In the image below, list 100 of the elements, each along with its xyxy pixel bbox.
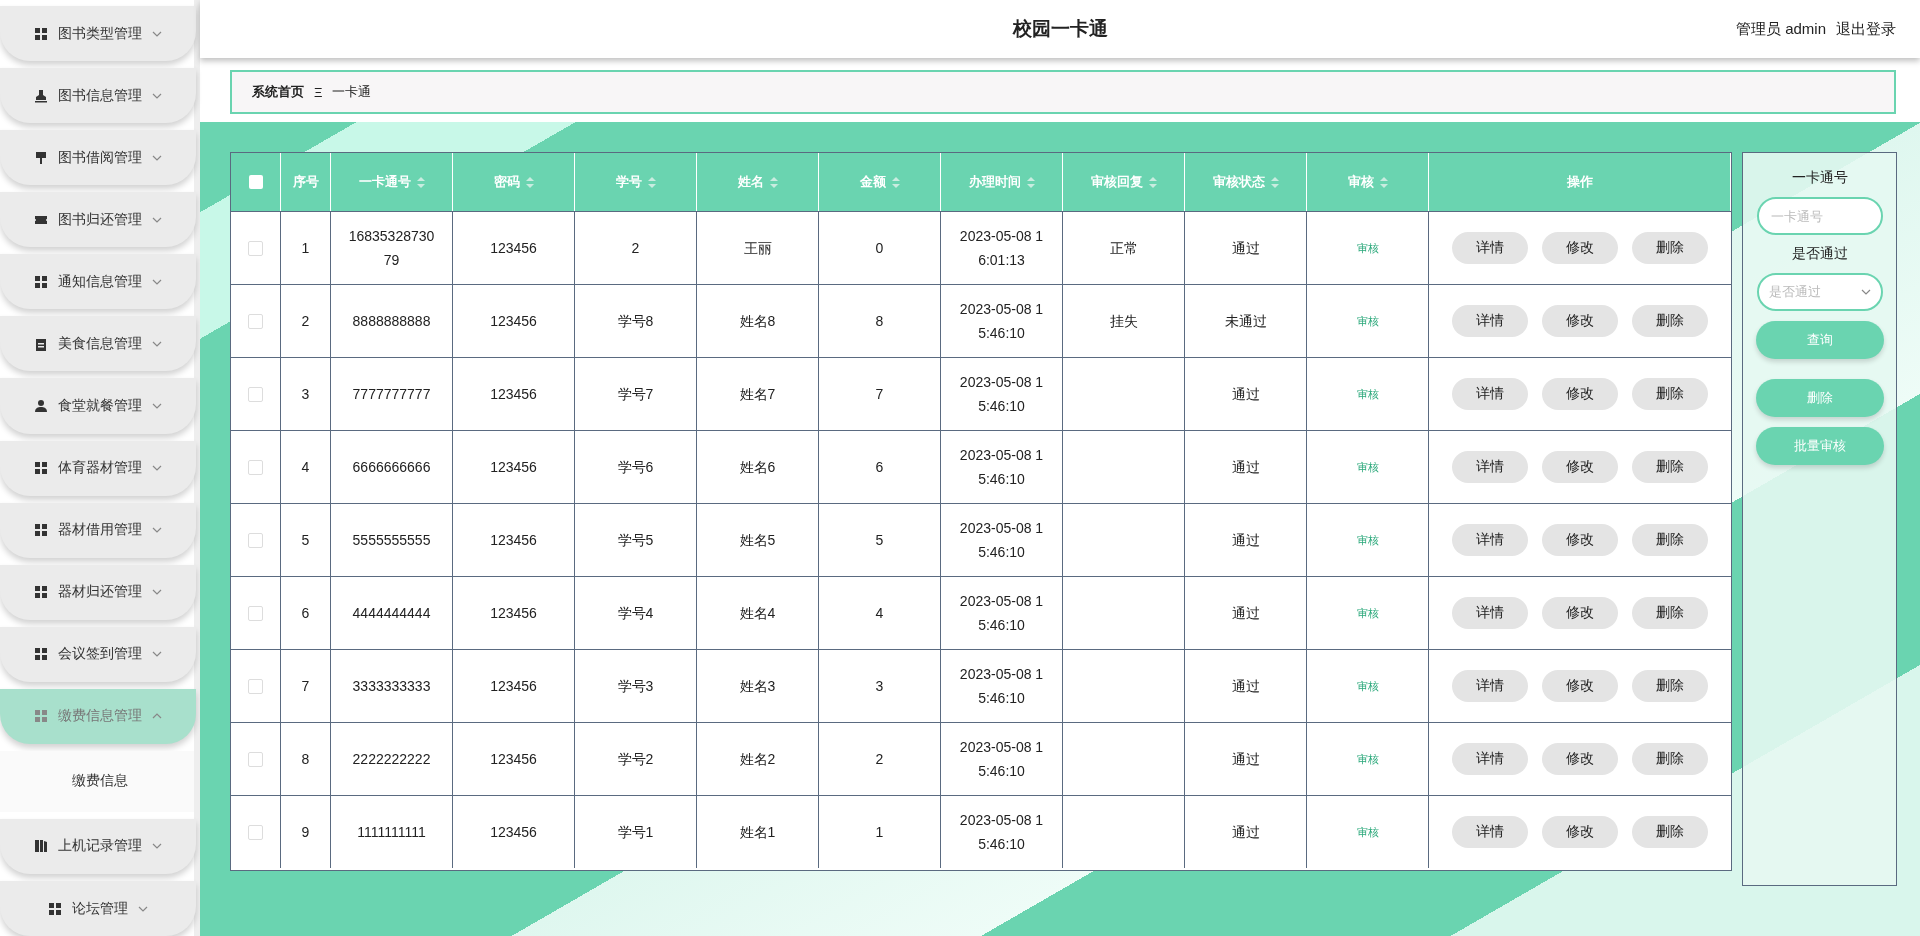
select-all-checkbox[interactable] xyxy=(248,175,263,189)
table-cell: 2 xyxy=(575,211,697,284)
table-cell: 学号7 xyxy=(575,357,697,430)
table-cell: 123456 xyxy=(453,649,575,722)
sort-icon[interactable] xyxy=(416,176,425,188)
action-button[interactable]: 修改 xyxy=(1542,597,1618,629)
table-cell: 8 xyxy=(281,722,331,795)
logout-link[interactable]: 退出登录 xyxy=(1836,20,1896,39)
chevron-down-icon xyxy=(152,92,162,99)
sidebar-item[interactable]: 器材归还管理 xyxy=(0,564,196,620)
table-cell: 姓名8 xyxy=(697,284,819,357)
sort-icon[interactable] xyxy=(1270,176,1279,188)
action-button[interactable]: 删除 xyxy=(1632,524,1708,556)
table-cell: 123456 xyxy=(453,211,575,284)
table-cell: 王丽 xyxy=(697,211,819,284)
sidebar-item[interactable]: 通知信息管理 xyxy=(0,254,196,310)
sort-icon[interactable] xyxy=(1379,176,1388,188)
table-cell: 123456 xyxy=(453,795,575,868)
sort-icon[interactable] xyxy=(1148,176,1157,188)
action-button[interactable]: 删除 xyxy=(1632,451,1708,483)
action-button[interactable]: 删除 xyxy=(1632,597,1708,629)
grid-icon xyxy=(34,26,48,41)
action-button[interactable]: 删除 xyxy=(1632,378,1708,410)
table-cell: 9 xyxy=(281,795,331,868)
table-cell: 姓名3 xyxy=(697,649,819,722)
grid-icon xyxy=(34,585,48,600)
action-button[interactable]: 详情 xyxy=(1452,378,1528,410)
person-icon xyxy=(34,399,48,413)
action-button[interactable]: 详情 xyxy=(1452,816,1528,848)
sort-icon[interactable] xyxy=(891,176,900,188)
table-cell: 学号1 xyxy=(575,795,697,868)
table-cell: 6666666666 xyxy=(331,430,453,503)
action-button[interactable]: 删除 xyxy=(1632,743,1708,775)
sidebar-item[interactable]: 美食信息管理 xyxy=(0,316,196,372)
book-icon xyxy=(34,839,48,854)
chevron-down-icon xyxy=(152,278,162,285)
action-button[interactable]: 详情 xyxy=(1452,232,1528,264)
table-cell: 2 xyxy=(281,284,331,357)
chevron-down-icon xyxy=(152,527,162,534)
sidebar-item[interactable]: 图书类型管理 xyxy=(0,6,196,62)
action-button[interactable]: 修改 xyxy=(1542,451,1618,483)
sort-icon[interactable] xyxy=(647,176,656,188)
sidebar-item[interactable]: 上机记录管理 xyxy=(0,818,196,874)
grid-icon xyxy=(48,901,62,916)
sidebar-item[interactable]: 器材借用管理 xyxy=(0,502,196,558)
sidebar-item[interactable]: 图书信息管理 xyxy=(0,68,196,124)
table-cell: 通过 xyxy=(1185,211,1307,284)
table-cell: 4 xyxy=(819,576,941,649)
action-button[interactable]: 详情 xyxy=(1452,524,1528,556)
action-button[interactable]: 删除 xyxy=(1632,816,1708,848)
table-cell: 123456 xyxy=(453,284,575,357)
action-button[interactable]: 修改 xyxy=(1542,670,1618,702)
chevron-down-icon xyxy=(152,465,162,472)
action-button[interactable]: 修改 xyxy=(1542,378,1618,410)
table-cell: 通过 xyxy=(1185,649,1307,722)
table-cell: 3 xyxy=(819,649,941,722)
action-button[interactable]: 详情 xyxy=(1452,305,1528,337)
row-checkbox[interactable] xyxy=(248,313,263,329)
table-cell: 5 xyxy=(819,503,941,576)
table-cell: 8888888888 xyxy=(331,284,453,357)
grid-icon xyxy=(34,461,48,476)
sidebar-item[interactable]: 图书归还管理 xyxy=(0,192,196,248)
row-checkbox[interactable] xyxy=(248,751,263,767)
row-checkbox[interactable] xyxy=(248,240,263,256)
table-cell: 学号3 xyxy=(575,649,697,722)
sidebar-item[interactable]: 会议签到管理 xyxy=(0,626,196,682)
action-button[interactable]: 修改 xyxy=(1542,305,1618,337)
action-button[interactable]: 详情 xyxy=(1452,670,1528,702)
breadcrumb-home[interactable]: 系统首页 xyxy=(252,83,304,101)
action-button[interactable]: 删除 xyxy=(1632,232,1708,264)
row-checkbox[interactable] xyxy=(248,459,263,475)
action-button[interactable]: 详情 xyxy=(1452,597,1528,629)
table-cell: 姓名4 xyxy=(697,576,819,649)
row-checkbox[interactable] xyxy=(248,678,263,694)
action-button[interactable]: 修改 xyxy=(1542,816,1618,848)
sidebar-item[interactable]: 体育器材管理 xyxy=(0,440,196,496)
sidebar-subitem[interactable]: 缴费信息 xyxy=(0,750,194,812)
table-cell: 2023-05-08 15:46:10 xyxy=(941,284,1063,357)
action-button[interactable]: 详情 xyxy=(1452,451,1528,483)
sidebar-item[interactable]: 食堂就餐管理 xyxy=(0,378,196,434)
row-checkbox[interactable] xyxy=(248,824,263,840)
row-checkbox[interactable] xyxy=(248,605,263,621)
chevron-down-icon xyxy=(152,216,162,223)
sidebar-item[interactable]: 论坛管理 xyxy=(0,881,196,936)
action-button[interactable]: 修改 xyxy=(1542,232,1618,264)
sort-icon[interactable] xyxy=(769,176,778,188)
table-cell: 2222222222 xyxy=(331,722,453,795)
table-cell: 6 xyxy=(819,430,941,503)
table-cell: 通过 xyxy=(1185,722,1307,795)
sidebar-item[interactable]: 图书借阅管理 xyxy=(0,130,196,186)
table-cell: 2023-05-08 16:01:13 xyxy=(941,211,1063,284)
action-button[interactable]: 删除 xyxy=(1632,305,1708,337)
action-button[interactable]: 详情 xyxy=(1452,743,1528,775)
sort-icon[interactable] xyxy=(525,176,534,188)
action-button[interactable]: 修改 xyxy=(1542,524,1618,556)
action-button[interactable]: 修改 xyxy=(1542,743,1618,775)
action-button[interactable]: 删除 xyxy=(1632,670,1708,702)
row-checkbox[interactable] xyxy=(248,532,263,548)
sort-icon[interactable] xyxy=(1026,176,1035,188)
row-checkbox[interactable] xyxy=(248,386,263,402)
